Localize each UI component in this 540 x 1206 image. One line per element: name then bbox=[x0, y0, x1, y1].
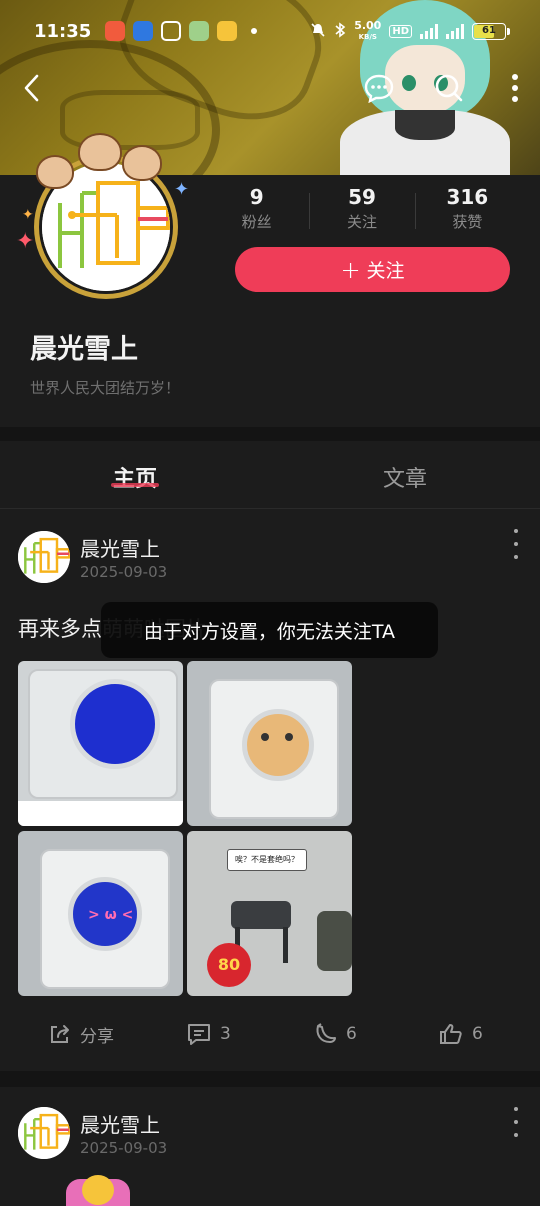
follow-button[interactable]: + 关注 bbox=[235, 247, 510, 292]
stat-following[interactable]: 59 关注 bbox=[309, 185, 414, 232]
signal-icon bbox=[446, 23, 464, 39]
post-sticker-image[interactable] bbox=[66, 1175, 130, 1206]
post-image[interactable]: > ω < bbox=[18, 831, 183, 996]
hd-voice-icon: HD bbox=[389, 24, 412, 38]
feed-post[interactable]: 晨光雪上 2025-09-03 bbox=[0, 1087, 540, 1206]
like-count: 6 bbox=[472, 1024, 483, 1044]
more-notifications-dot bbox=[251, 28, 258, 34]
stat-followers[interactable]: 9 粉丝 bbox=[204, 185, 309, 232]
profile-stats: 9 粉丝 59 关注 316 获赞 bbox=[204, 185, 520, 232]
stat-value: 59 bbox=[348, 185, 376, 209]
message-button[interactable] bbox=[359, 68, 399, 108]
tab-active-indicator bbox=[111, 483, 159, 487]
network-speed: 5.00 KB/S bbox=[354, 18, 382, 41]
avatar-with-frame[interactable]: ✦ ✦ ✦ bbox=[16, 125, 191, 305]
profile-bio: 世界人民大团结万岁！ bbox=[30, 379, 181, 397]
post-image-grid: > ω < 唉？不是套绝吗？ 80 bbox=[18, 661, 353, 996]
post-author-name[interactable]: 晨光雪上 bbox=[80, 1109, 160, 1138]
bluetooth-icon bbox=[334, 21, 346, 41]
app-notification-icon bbox=[105, 21, 126, 41]
image-speech-bubble: 唉？不是套绝吗？ bbox=[227, 849, 307, 871]
tab-home[interactable]: 主页 bbox=[0, 441, 270, 508]
star-icon: ✦ bbox=[22, 207, 34, 223]
like-button[interactable]: 6 bbox=[438, 1022, 483, 1046]
comment-button[interactable]: 3 bbox=[186, 1022, 231, 1046]
app-notification-icon bbox=[217, 21, 238, 41]
avatar-frame-character bbox=[122, 145, 162, 181]
post-date: 2025-09-03 bbox=[80, 563, 168, 581]
gift-button[interactable]: 6 bbox=[312, 1022, 357, 1046]
star-icon: ✦ bbox=[174, 179, 190, 200]
bilibili-icon bbox=[161, 21, 182, 41]
post-actions: 分享 3 6 6 bbox=[0, 1008, 540, 1060]
avatar-frame-character bbox=[78, 133, 122, 171]
toast-message: 由于对方设置，你无法关注TA bbox=[101, 602, 438, 658]
tab-articles[interactable]: 文章 bbox=[270, 441, 540, 508]
app-notification-icon bbox=[133, 21, 154, 41]
chevron-left-icon bbox=[24, 74, 39, 102]
share-icon bbox=[51, 1025, 69, 1043]
post-more-button[interactable] bbox=[508, 1107, 524, 1137]
post-author-name[interactable]: 晨光雪上 bbox=[80, 533, 160, 562]
battery-icon: 61 bbox=[472, 22, 510, 40]
anniversary-badge: 80 bbox=[207, 943, 251, 987]
stat-label: 关注 bbox=[346, 213, 377, 231]
mute-icon bbox=[310, 22, 326, 41]
post-date: 2025-09-03 bbox=[80, 1139, 168, 1157]
search-button[interactable] bbox=[429, 68, 469, 108]
tab-label: 文章 bbox=[382, 467, 427, 492]
status-bar: 11:35 5.00 KB/S HD 61 bbox=[0, 0, 540, 62]
plus-icon: + bbox=[340, 255, 361, 284]
more-vertical-icon bbox=[514, 1107, 518, 1111]
follow-label: 关注 bbox=[366, 260, 405, 282]
more-vertical-icon bbox=[514, 529, 518, 533]
tab-label: 主页 bbox=[112, 467, 157, 492]
comment-count: 3 bbox=[220, 1024, 231, 1044]
stat-label: 粉丝 bbox=[241, 213, 272, 231]
profile-tabs: 主页 文章 bbox=[0, 441, 540, 509]
search-icon bbox=[435, 74, 463, 102]
post-image[interactable] bbox=[18, 661, 183, 826]
star-icon: ✦ bbox=[16, 229, 35, 254]
stat-value: 316 bbox=[446, 185, 489, 209]
more-vertical-icon bbox=[512, 74, 518, 102]
avatar-frame-character bbox=[36, 155, 74, 189]
banana-gift-icon bbox=[316, 1023, 336, 1043]
share-button[interactable]: 分享 bbox=[48, 1022, 114, 1047]
share-label: 分享 bbox=[80, 1026, 114, 1047]
more-button[interactable] bbox=[495, 68, 535, 108]
post-image[interactable] bbox=[187, 661, 352, 826]
stat-value: 9 bbox=[249, 185, 264, 209]
section-divider bbox=[0, 1071, 540, 1087]
profile-page: 11:35 5.00 KB/S HD 61 ✦ ✦ ✦ 9 粉丝 59 关注 3… bbox=[0, 0, 540, 1206]
profile-header: ✦ ✦ ✦ 9 粉丝 59 关注 316 获赞 + 关注 晨光雪上 世界人民大团… bbox=[0, 133, 540, 427]
thumbs-up-icon bbox=[440, 1024, 462, 1044]
post-image[interactable]: 唉？不是套绝吗？ 80 bbox=[187, 831, 352, 996]
back-button[interactable] bbox=[12, 68, 52, 108]
stat-likes[interactable]: 316 获赞 bbox=[414, 185, 520, 232]
section-divider bbox=[0, 427, 540, 441]
gift-count: 6 bbox=[346, 1024, 357, 1044]
status-time: 11:35 bbox=[34, 20, 92, 42]
app-notification-icon bbox=[189, 21, 210, 41]
post-more-button[interactable] bbox=[508, 529, 524, 559]
comment-icon bbox=[188, 1024, 210, 1045]
chat-bubble-icon bbox=[364, 74, 394, 103]
stat-label: 获赞 bbox=[452, 213, 483, 231]
profile-name: 晨光雪上 bbox=[30, 334, 138, 365]
signal-icon bbox=[420, 23, 438, 39]
post-author-avatar[interactable] bbox=[18, 1107, 70, 1159]
post-author-avatar[interactable] bbox=[18, 531, 70, 583]
